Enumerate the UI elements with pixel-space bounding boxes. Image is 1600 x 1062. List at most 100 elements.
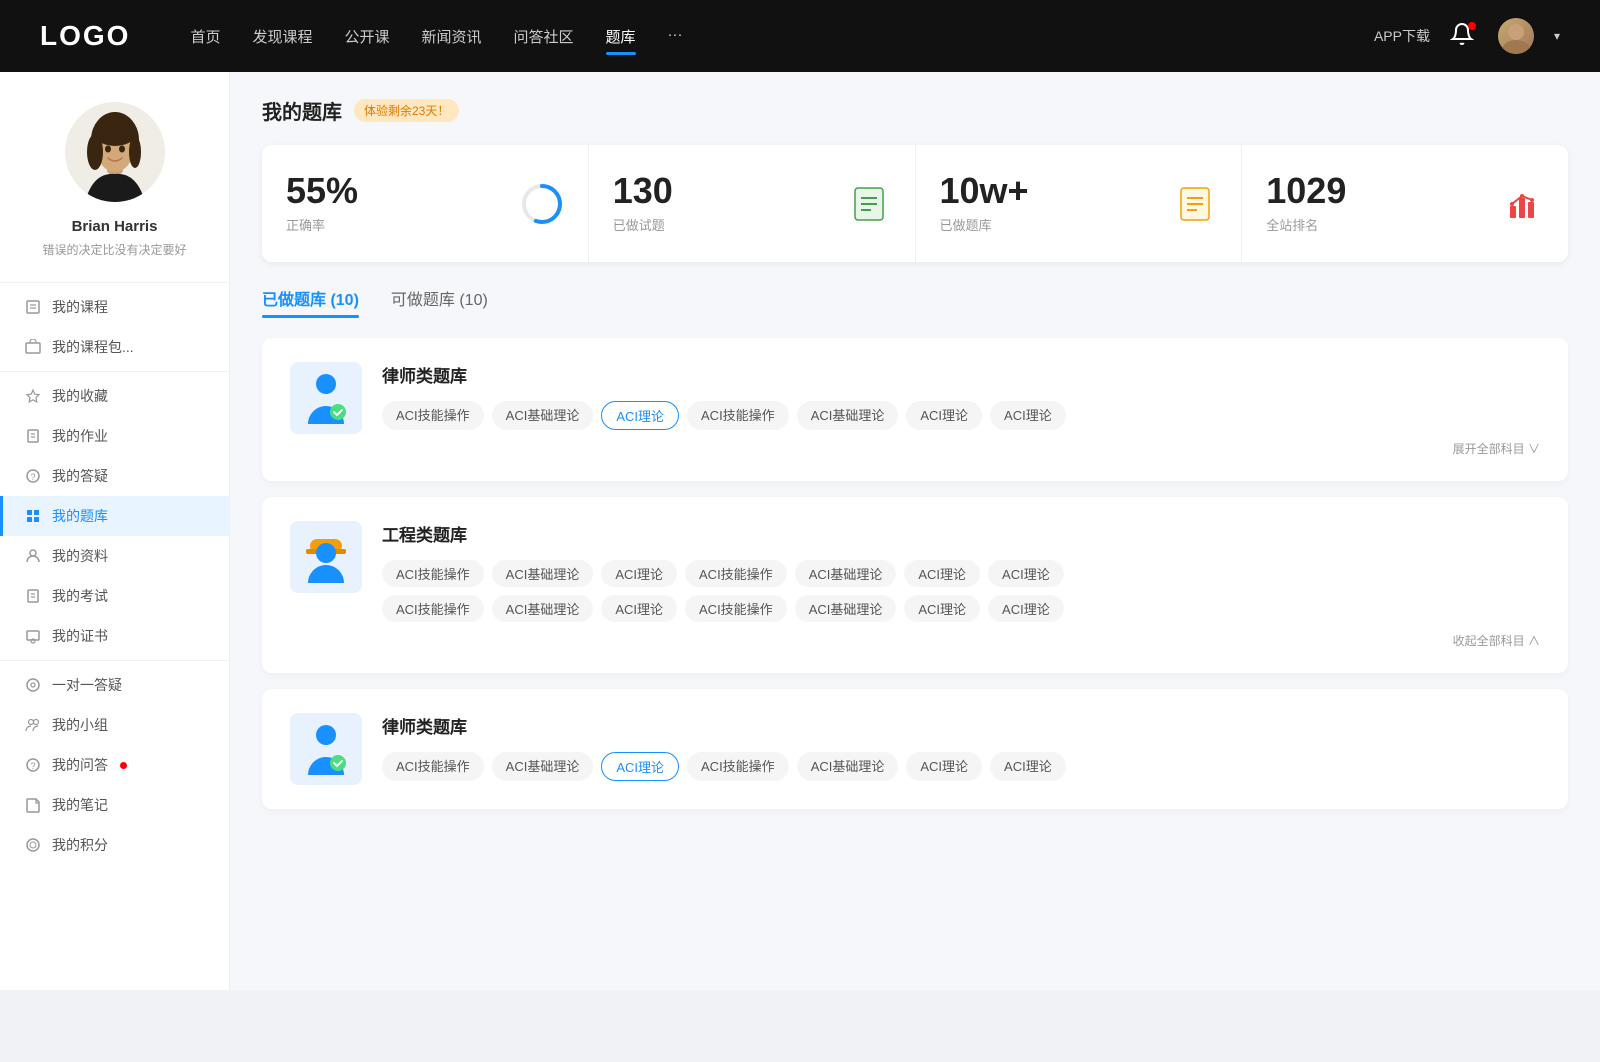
stat-accuracy-label: 正确率 — [286, 215, 504, 234]
tag-2-7[interactable]: ACI理论 — [988, 560, 1064, 587]
notes-icon — [24, 796, 42, 814]
sidebar-item-one-on-one[interactable]: 一对一答疑 — [0, 665, 229, 705]
qbank-title-1: 律师类题库 — [382, 362, 1540, 387]
tab-done-banks[interactable]: 已做题库 (10) — [262, 286, 359, 318]
engineer-figure — [296, 527, 356, 587]
page-title-row: 我的题库 体验剩余23天！ — [262, 96, 1568, 125]
avatar-illustration — [65, 102, 165, 202]
sidebar-item-points[interactable]: 我的积分 — [0, 825, 229, 865]
tag-1-4[interactable]: ACI技能操作 — [687, 401, 789, 430]
tag-2-6[interactable]: ACI理论 — [904, 560, 980, 587]
qbank-card-header-3: 律师类题库 ACI技能操作 ACI基础理论 ACI理论 ACI技能操作 ACI基… — [290, 713, 1540, 785]
qbank-info-2: 工程类题库 ACI技能操作 ACI基础理论 ACI理论 ACI技能操作 ACI基… — [382, 521, 1540, 649]
navbar: LOGO 首页 发现课程 公开课 新闻资讯 问答社区 题库 ··· APP下载 … — [0, 0, 1600, 72]
done-questions-icon — [847, 182, 891, 226]
tag-3-3[interactable]: ACI理论 — [601, 752, 679, 781]
tag-2-5[interactable]: ACI基础理论 — [795, 560, 897, 587]
tag-1-3[interactable]: ACI理论 — [601, 401, 679, 430]
svg-text:?: ? — [30, 761, 35, 771]
tag-1-1[interactable]: ACI技能操作 — [382, 401, 484, 430]
one-on-one-icon — [24, 676, 42, 694]
homework-label: 我的作业 — [52, 426, 108, 446]
tag-2-11[interactable]: ACI技能操作 — [685, 595, 787, 622]
courses-icon — [24, 298, 42, 316]
user-avatar[interactable] — [1498, 18, 1534, 54]
notification-bell[interactable] — [1450, 22, 1478, 50]
sidebar-item-homework[interactable]: 我的作业 — [0, 416, 229, 456]
tag-3-2[interactable]: ACI基础理论 — [492, 752, 594, 781]
course-package-icon — [24, 338, 42, 356]
tag-1-7[interactable]: ACI理论 — [990, 401, 1066, 430]
sidebar-item-group[interactable]: 我的小组 — [0, 705, 229, 745]
tag-3-6[interactable]: ACI理论 — [906, 752, 982, 781]
user-menu-chevron[interactable]: ▾ — [1554, 29, 1560, 43]
main-nav: 首页 发现课程 公开课 新闻资讯 问答社区 题库 ··· — [190, 22, 1334, 51]
notes-label: 我的笔记 — [52, 795, 108, 815]
tag-2-1[interactable]: ACI技能操作 — [382, 560, 484, 587]
qbank-tags-2-row1: ACI技能操作 ACI基础理论 ACI理论 ACI技能操作 ACI基础理论 AC… — [382, 560, 1540, 587]
svg-text:?: ? — [30, 472, 35, 482]
tag-2-3[interactable]: ACI理论 — [601, 560, 677, 587]
rank-icon — [1500, 182, 1544, 226]
tag-2-4[interactable]: ACI技能操作 — [685, 560, 787, 587]
nav-opencourse[interactable]: 公开课 — [344, 22, 389, 51]
stat-done-banks: 10w+ 已做题库 — [916, 145, 1243, 262]
nav-qa[interactable]: 问答社区 — [514, 22, 574, 51]
tab-available-banks[interactable]: 可做题库 (10) — [391, 286, 488, 318]
accuracy-icon — [520, 182, 564, 226]
tag-2-10[interactable]: ACI理论 — [601, 595, 677, 622]
nav-home[interactable]: 首页 — [190, 22, 220, 51]
nav-qbank[interactable]: 题库 — [606, 22, 636, 51]
logo: LOGO — [40, 20, 130, 52]
stat-done-questions-text: 130 已做试题 — [613, 173, 831, 234]
sidebar-item-notes[interactable]: 我的笔记 — [0, 785, 229, 825]
lawyer-icon-wrap-1 — [290, 362, 362, 434]
sidebar-item-profile[interactable]: 我的资料 — [0, 536, 229, 576]
tag-2-13[interactable]: ACI理论 — [904, 595, 980, 622]
tabs-row: 已做题库 (10) 可做题库 (10) — [262, 286, 1568, 318]
sidebar-item-qbank[interactable]: 我的题库 — [0, 496, 229, 536]
navbar-right: APP下载 ▾ — [1374, 18, 1560, 54]
tag-2-12[interactable]: ACI基础理论 — [795, 595, 897, 622]
exam-label: 我的考试 — [52, 586, 108, 606]
tag-3-1[interactable]: ACI技能操作 — [382, 752, 484, 781]
tag-1-5[interactable]: ACI基础理论 — [797, 401, 899, 430]
certificate-label: 我的证书 — [52, 626, 108, 646]
sidebar: Brian Harris 错误的决定比没有决定要好 我的课程 我的课程包... — [0, 72, 230, 990]
collapse-btn-2[interactable]: 收起全部科目 ∧ — [382, 632, 1540, 649]
tag-3-7[interactable]: ACI理论 — [990, 752, 1066, 781]
app-download-button[interactable]: APP下载 — [1374, 26, 1430, 46]
nav-discover[interactable]: 发现课程 — [252, 22, 312, 51]
notification-dot — [1468, 22, 1476, 30]
tag-2-9[interactable]: ACI基础理论 — [492, 595, 594, 622]
stat-done-banks-label: 已做题库 — [940, 215, 1158, 234]
tag-3-4[interactable]: ACI技能操作 — [687, 752, 789, 781]
exam-icon — [24, 587, 42, 605]
sidebar-item-qa[interactable]: ? 我的答疑 — [0, 456, 229, 496]
qbank-info-1: 律师类题库 ACI技能操作 ACI基础理论 ACI理论 ACI技能操作 ACI基… — [382, 362, 1540, 457]
sidebar-item-my-qa[interactable]: ? 我的问答 — [0, 745, 229, 785]
profile-label: 我的资料 — [52, 546, 108, 566]
lawyer-icon-wrap-2 — [290, 713, 362, 785]
sidebar-item-favorites[interactable]: 我的收藏 — [0, 376, 229, 416]
nav-more[interactable]: ··· — [668, 22, 683, 51]
sidebar-item-exam[interactable]: 我的考试 — [0, 576, 229, 616]
lawyer-figure-2 — [296, 719, 356, 779]
favorites-label: 我的收藏 — [52, 386, 108, 406]
qbank-info-3: 律师类题库 ACI技能操作 ACI基础理论 ACI理论 ACI技能操作 ACI基… — [382, 713, 1540, 781]
stat-accuracy: 55% 正确率 — [262, 145, 589, 262]
tag-2-8[interactable]: ACI技能操作 — [382, 595, 484, 622]
sidebar-item-course-package[interactable]: 我的课程包... — [0, 327, 229, 367]
sidebar-item-my-courses[interactable]: 我的课程 — [0, 287, 229, 327]
tag-2-2[interactable]: ACI基础理论 — [492, 560, 594, 587]
tag-1-2[interactable]: ACI基础理论 — [492, 401, 594, 430]
tag-1-6[interactable]: ACI理论 — [906, 401, 982, 430]
sidebar-item-certificate[interactable]: 我的证书 — [0, 616, 229, 656]
tag-2-14[interactable]: ACI理论 — [988, 595, 1064, 622]
nav-news[interactable]: 新闻资讯 — [422, 22, 482, 51]
tag-3-5[interactable]: ACI基础理论 — [797, 752, 899, 781]
qbank-label: 我的题库 — [52, 506, 108, 526]
qbank-tags-1: ACI技能操作 ACI基础理论 ACI理论 ACI技能操作 ACI基础理论 AC… — [382, 401, 1540, 430]
expand-btn-1[interactable]: 展开全部科目 ∨ — [382, 440, 1540, 457]
qbank-card-header-1: 律师类题库 ACI技能操作 ACI基础理论 ACI理论 ACI技能操作 ACI基… — [290, 362, 1540, 457]
